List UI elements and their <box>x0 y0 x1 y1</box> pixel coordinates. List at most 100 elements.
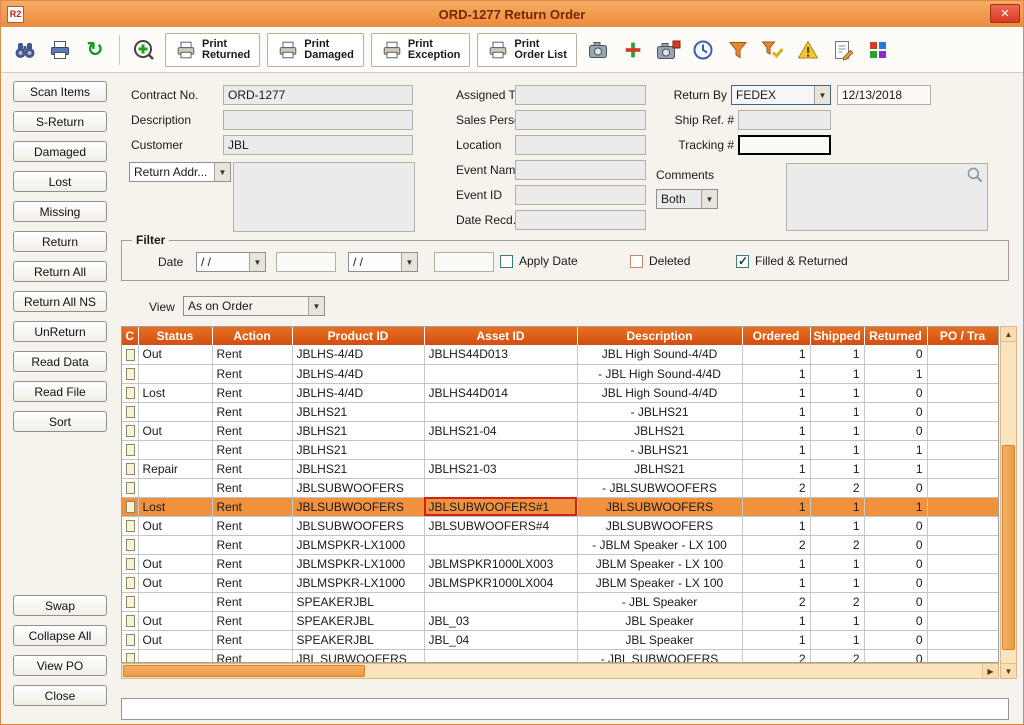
footer-input[interactable] <box>121 698 1009 720</box>
cell-po[interactable] <box>927 535 998 554</box>
print-exception-button[interactable]: PrintException <box>371 33 471 67</box>
cell-action[interactable]: Rent <box>212 497 292 516</box>
scroll-right-icon[interactable]: ▶ <box>982 664 998 678</box>
cell-product-id[interactable]: JBLHS21 <box>292 421 424 440</box>
cell-asset-id[interactable]: JBLSUBWOOFERS#4 <box>424 516 577 535</box>
clock-button[interactable] <box>687 32 719 68</box>
cell-description[interactable]: - JBLM Speaker - LX 100 <box>577 535 742 554</box>
cell-asset-id[interactable]: JBL_03 <box>424 611 577 630</box>
cell-shipped[interactable]: 2 <box>810 535 864 554</box>
cell-po[interactable] <box>927 364 998 383</box>
cell-returned[interactable]: 1 <box>864 459 927 478</box>
tracking-field[interactable] <box>738 135 831 155</box>
table-row[interactable]: LostRentJBLSUBWOOFERSJBLSUBWOOFERS#1JBLS… <box>122 497 998 516</box>
row-select-cell[interactable] <box>122 478 138 497</box>
cell-status[interactable]: Out <box>138 630 212 649</box>
cell-description[interactable]: - JBLSUBWOOFERS <box>577 478 742 497</box>
vertical-scrollbar[interactable]: ▲ ▼ <box>1000 326 1017 679</box>
cell-po[interactable] <box>927 345 998 364</box>
col-header-asset-id[interactable]: Asset ID <box>424 327 577 345</box>
cell-returned[interactable]: 0 <box>864 554 927 573</box>
cell-status[interactable] <box>138 535 212 554</box>
cell-po[interactable] <box>927 478 998 497</box>
cell-po[interactable] <box>927 402 998 421</box>
assigned-to-field[interactable] <box>515 85 646 105</box>
table-row[interactable]: RentSPEAKERJBL- JBL Speaker220 <box>122 592 998 611</box>
col-header-c[interactable]: C <box>122 327 138 345</box>
cell-returned[interactable]: 0 <box>864 573 927 592</box>
cell-ordered[interactable]: 1 <box>742 516 810 535</box>
sidebar-button-swap[interactable]: Swap <box>13 595 107 616</box>
cell-asset-id[interactable] <box>424 364 577 383</box>
cell-po[interactable] <box>927 497 998 516</box>
sidebar-button-close[interactable]: Close <box>13 685 107 706</box>
horizontal-scrollbar[interactable]: ▶ <box>121 663 999 679</box>
camera-alert-button[interactable] <box>652 32 684 68</box>
row-select-cell[interactable] <box>122 649 138 663</box>
cell-product-id[interactable]: JBLHS21 <box>292 459 424 478</box>
sidebar-button-read-file[interactable]: Read File <box>13 381 107 402</box>
sidebar-button-s-return[interactable]: S-Return <box>13 111 107 132</box>
cell-product-id[interactable]: JBLSUBWOOFERS <box>292 516 424 535</box>
row-select-cell[interactable] <box>122 364 138 383</box>
cell-asset-id[interactable] <box>424 535 577 554</box>
row-select-cell[interactable] <box>122 592 138 611</box>
cell-description[interactable]: - JBL SUBWOOFERS <box>577 649 742 663</box>
cell-returned[interactable]: 0 <box>864 649 927 663</box>
cell-shipped[interactable]: 2 <box>810 649 864 663</box>
date-recd-field[interactable] <box>515 210 646 230</box>
cell-action[interactable]: Rent <box>212 459 292 478</box>
cell-returned[interactable]: 0 <box>864 402 927 421</box>
filled-returned-checkbox[interactable]: Filled & Returned <box>736 254 848 268</box>
row-check-icon[interactable] <box>126 596 135 608</box>
cell-product-id[interactable]: JBLHS-4/4D <box>292 345 424 364</box>
cell-returned[interactable]: 1 <box>864 364 927 383</box>
date-to-extra-field[interactable] <box>434 252 494 272</box>
customer-field[interactable]: JBL <box>223 135 413 155</box>
cell-status[interactable] <box>138 402 212 421</box>
cell-ordered[interactable]: 1 <box>742 345 810 364</box>
scroll-down-icon[interactable]: ▼ <box>1001 663 1016 678</box>
event-name-field[interactable] <box>515 160 646 180</box>
row-select-cell[interactable] <box>122 440 138 459</box>
table-row[interactable]: RentJBLHS21- JBLHS21111 <box>122 440 998 459</box>
cell-action[interactable]: Rent <box>212 345 292 364</box>
cell-status[interactable] <box>138 649 212 663</box>
cell-status[interactable]: Repair <box>138 459 212 478</box>
cell-asset-id[interactable]: JBL_04 <box>424 630 577 649</box>
sidebar-button-return-all-ns[interactable]: Return All NS <box>13 291 107 312</box>
table-row[interactable]: OutRentJBLMSPKR-LX1000JBLMSPKR1000LX004J… <box>122 573 998 592</box>
cell-description[interactable]: JBLSUBWOOFERS <box>577 516 742 535</box>
cell-shipped[interactable]: 1 <box>810 573 864 592</box>
cell-asset-id[interactable]: JBLHS44D014 <box>424 383 577 402</box>
cell-action[interactable]: Rent <box>212 440 292 459</box>
cell-action[interactable]: Rent <box>212 383 292 402</box>
table-row[interactable]: RentJBLMSPKR-LX1000- JBLM Speaker - LX 1… <box>122 535 998 554</box>
cell-asset-id[interactable] <box>424 592 577 611</box>
cell-action[interactable]: Rent <box>212 611 292 630</box>
cell-ordered[interactable]: 1 <box>742 459 810 478</box>
col-header-action[interactable]: Action <box>212 327 292 345</box>
table-row[interactable]: OutRentJBLHS-4/4DJBLHS44D013JBL High Sou… <box>122 345 998 364</box>
cell-ordered[interactable]: 1 <box>742 611 810 630</box>
row-select-cell[interactable] <box>122 402 138 421</box>
col-header-po[interactable]: PO / Tra <box>927 327 998 345</box>
cell-product-id[interactable]: JBLMSPKR-LX1000 <box>292 535 424 554</box>
checkbox-icon[interactable] <box>500 255 513 268</box>
ship-ref-field[interactable] <box>738 110 831 130</box>
print-returned-button[interactable]: PrintReturned <box>165 33 260 67</box>
col-header-status[interactable]: Status <box>138 327 212 345</box>
cell-product-id[interactable]: JBL SUBWOOFERS <box>292 649 424 663</box>
cell-product-id[interactable]: JBLHS21 <box>292 440 424 459</box>
row-select-cell[interactable] <box>122 345 138 364</box>
cell-po[interactable] <box>927 630 998 649</box>
cell-action[interactable]: Rent <box>212 649 292 663</box>
cell-description[interactable]: JBL High Sound-4/4D <box>577 383 742 402</box>
cell-ordered[interactable]: 2 <box>742 592 810 611</box>
cell-shipped[interactable]: 1 <box>810 421 864 440</box>
cell-asset-id[interactable]: JBLMSPKR1000LX003 <box>424 554 577 573</box>
cell-status[interactable]: Out <box>138 516 212 535</box>
cell-shipped[interactable]: 1 <box>810 554 864 573</box>
cell-ordered[interactable]: 2 <box>742 649 810 663</box>
cell-returned[interactable]: 0 <box>864 516 927 535</box>
